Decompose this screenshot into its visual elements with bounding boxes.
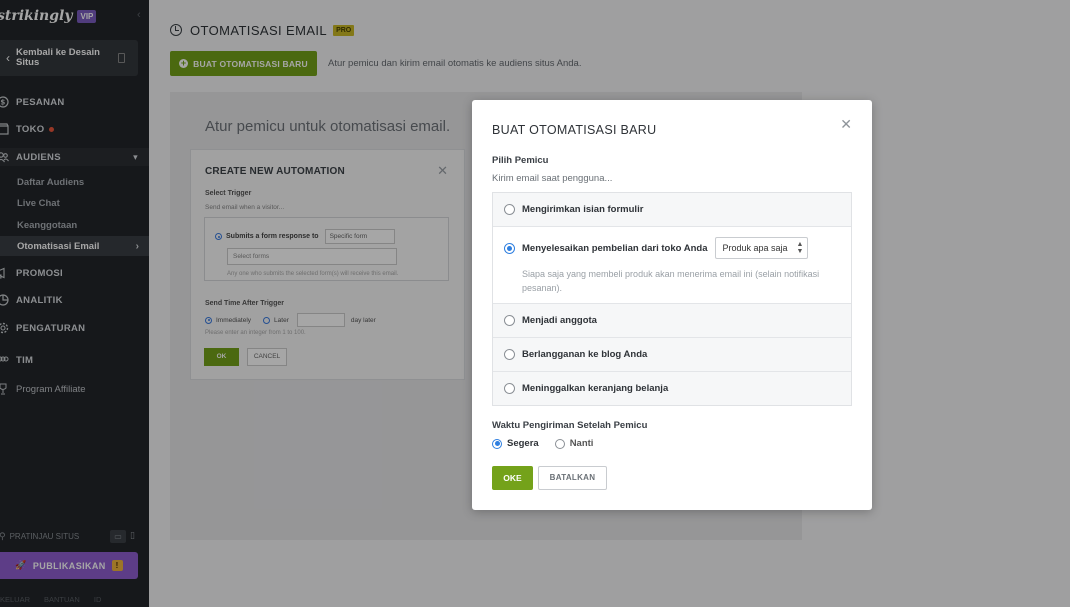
create-automation-modal: BUAT OTOMATISASI BARU ✕ Pilih Pemicu Kir… — [472, 100, 872, 510]
send-time-later-label[interactable]: Nanti — [570, 438, 594, 449]
trigger-sublabel: Kirim email saat pengguna... — [492, 173, 613, 184]
trigger-option-label: Mengirimkan isian formulir — [522, 204, 644, 215]
trigger-option-cart[interactable]: Meninggalkan keranjang belanja — [493, 372, 851, 405]
radio-segera[interactable] — [492, 438, 502, 449]
select-arrows-icon: ▲ ▼ — [796, 241, 804, 255]
trigger-option-form[interactable]: Mengirimkan isian formulir — [493, 193, 851, 227]
trigger-option-label: Berlangganan ke blog Anda — [522, 349, 648, 360]
radio-button[interactable] — [504, 204, 515, 215]
modal-title: BUAT OTOMATISASI BARU — [492, 123, 657, 137]
purchase-description: Siapa saja yang membeli produk akan mene… — [522, 269, 820, 293]
product-select-value: Produk apa saja — [722, 243, 788, 253]
radio-nanti[interactable] — [554, 438, 565, 449]
close-icon[interactable]: ✕ — [840, 116, 852, 133]
send-time-label: Waktu Pengiriman Setelah Pemicu — [492, 420, 648, 431]
radio-button[interactable] — [504, 383, 515, 394]
product-select[interactable]: Produk apa saja ▲ ▼ — [715, 237, 809, 259]
trigger-option-label: Menjadi anggota — [522, 315, 597, 326]
ok-button[interactable]: OKE — [492, 466, 533, 490]
trigger-option-blog[interactable]: Berlangganan ke blog Anda — [493, 338, 851, 372]
cancel-button[interactable]: BATALKAN — [538, 466, 607, 490]
radio-button[interactable] — [504, 349, 515, 360]
trigger-label: Pilih Pemicu — [492, 155, 549, 166]
trigger-option-label: Meninggalkan keranjang belanja — [522, 383, 669, 394]
trigger-option-purchase[interactable]: Menyelesaikan pembelian dari toko Anda P… — [493, 227, 851, 304]
send-time-now-label[interactable]: Segera — [507, 438, 539, 449]
radio-button[interactable] — [504, 242, 515, 254]
trigger-option-member[interactable]: Menjadi anggota — [493, 304, 851, 338]
trigger-option-label: Menyelesaikan pembelian dari toko Anda — [522, 242, 708, 254]
send-time-options: Segera Nanti — [492, 438, 609, 449]
trigger-options: Mengirimkan isian formulir Menyelesaikan… — [492, 192, 852, 406]
radio-button[interactable] — [504, 315, 515, 326]
